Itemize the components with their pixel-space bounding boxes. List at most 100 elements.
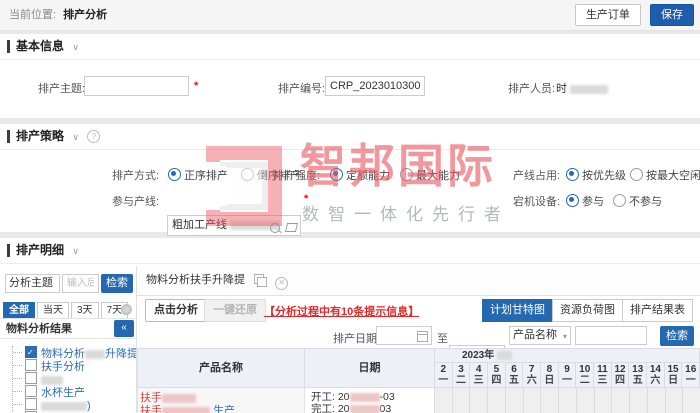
view-button[interactable]: 资源负荷图: [552, 299, 623, 322]
detail-title: 排产明细: [16, 243, 64, 257]
day-column-header: 9一: [558, 363, 576, 388]
theme-label: 排产主题:: [38, 80, 85, 96]
gantt-cell[interactable]: [558, 388, 576, 413]
breadcrumb: 当前位置: 排产分析: [9, 0, 107, 30]
tree-search-input[interactable]: [62, 274, 99, 293]
gantt-cell[interactable]: [469, 388, 487, 413]
strategy-section: 排产策略 ∨ ? 排产方式: 正序排产 倒序排产 排产强度: 定额能力 最大能力…: [0, 124, 700, 232]
help-icon[interactable]: ?: [87, 130, 100, 143]
month-header-text: 2023年: [462, 350, 494, 361]
analysis-tab-bar: 物料分析扶手升降提 ✕: [137, 266, 700, 296]
result-header-title: 物料分析结果: [6, 323, 72, 335]
radio-downtime-include[interactable]: 参与: [566, 193, 604, 209]
theme-input[interactable]: [84, 76, 189, 96]
radio-quota-capacity[interactable]: 定额能力: [330, 167, 390, 183]
product-field-select[interactable]: 产品名称 ▾: [509, 326, 571, 345]
product-name-link[interactable]: 生产: [213, 405, 235, 413]
code-label: 排产编号:: [278, 80, 325, 96]
radio-icon[interactable]: [566, 194, 579, 207]
radio-downtime-exclude[interactable]: 不参与: [613, 193, 662, 209]
range-tab[interactable]: 3天: [71, 302, 99, 319]
gantt-cell[interactable]: [505, 388, 523, 413]
day-column-header: 14六: [646, 363, 664, 388]
radio-icon[interactable]: [400, 168, 413, 181]
restore-button[interactable]: 一键还原: [204, 299, 266, 322]
gantt-cell[interactable]: [647, 388, 665, 413]
product-column-header: 产品名称: [137, 348, 305, 388]
line-label: 参与产线:: [112, 193, 159, 209]
clear-icon[interactable]: [285, 223, 298, 232]
range-tab[interactable]: 当天: [37, 302, 69, 319]
tree-item[interactable]: 水杯生产: [13, 385, 136, 398]
calendar-header: 2023年 2一3二4三5四6五7六8日9一10二11三12四13五14六15日…: [434, 348, 700, 388]
analyze-button[interactable]: 点击分析: [145, 299, 207, 322]
top-bar: 当前位置: 排产分析 生产订单 保存: [0, 0, 700, 31]
production-line-input[interactable]: 粗加工产线: [167, 215, 301, 236]
analysis-tab[interactable]: 物料分析扶手升降提 ✕: [146, 266, 288, 295]
code-input[interactable]: [325, 76, 425, 96]
tree-item[interactable]: [13, 372, 136, 385]
production-line-value: 粗加工产线: [172, 219, 227, 231]
calendar-icon[interactable]: [417, 331, 428, 342]
gantt-cell[interactable]: [665, 388, 683, 413]
radio-icon[interactable]: [330, 168, 343, 181]
basic-info-header: 基本信息 ∨: [0, 34, 700, 60]
radio-max-capacity[interactable]: 最大能力: [400, 167, 460, 183]
gantt-cell[interactable]: [682, 388, 700, 413]
copy-icon[interactable]: [254, 274, 264, 284]
production-order-button[interactable]: 生产订单: [575, 4, 641, 26]
radio-icon[interactable]: [241, 168, 254, 181]
product-name-line2: 扶手: [140, 405, 162, 413]
radio-forward-scheduling[interactable]: 正序排产: [168, 167, 228, 183]
chevron-down-icon[interactable]: ∨: [72, 42, 79, 52]
gantt-cell[interactable]: [487, 388, 505, 413]
date-cell: 开工: 20-03 完工: 2003 交货: 201: [304, 388, 435, 413]
table-search-button[interactable]: 检索: [660, 326, 694, 346]
tree-search-button[interactable]: 检索: [101, 274, 133, 293]
checkbox[interactable]: [25, 398, 37, 410]
product-cell[interactable]: 扶手 扶手 生产: [137, 388, 305, 413]
redacted-text: [162, 407, 210, 413]
product-search-input[interactable]: [575, 326, 647, 345]
tree-item[interactable]: 物料分析升降提: [13, 346, 136, 359]
radio-icon[interactable]: [630, 168, 643, 181]
radio-icon[interactable]: [168, 168, 181, 181]
day-column-header: 12四: [611, 363, 629, 388]
gantt-cell[interactable]: [576, 388, 594, 413]
person-value: 时: [556, 80, 608, 96]
finish-label: 完工:: [311, 403, 335, 413]
gantt-cell[interactable]: [629, 388, 647, 413]
tree-item[interactable]: 扶手分析: [13, 359, 136, 372]
radio-by-max-idle[interactable]: 按最大空闲: [630, 167, 700, 183]
analysis-notice-link[interactable]: 【分析过程中有10条提示信息】: [264, 303, 419, 319]
settings-icon[interactable]: [121, 304, 132, 315]
day-column-header: 4三: [469, 363, 487, 388]
checkbox[interactable]: [25, 346, 37, 358]
analysis-main-area: 物料分析扶手升降提 ✕ 点击分析 一键还原 【分析过程中有10条提示信息】 计划…: [137, 266, 700, 413]
radio-icon[interactable]: [613, 194, 626, 207]
chevron-down-icon[interactable]: ∨: [72, 246, 79, 256]
radio-by-priority[interactable]: 按优先级: [566, 167, 626, 183]
checkbox[interactable]: [25, 359, 37, 371]
range-tab[interactable]: 全部: [3, 302, 35, 319]
save-button[interactable]: 保存: [650, 4, 694, 26]
date-from-input[interactable]: [376, 326, 432, 345]
chevron-down-icon[interactable]: ∨: [72, 132, 79, 142]
checkbox[interactable]: [25, 385, 37, 397]
close-icon[interactable]: ✕: [275, 277, 288, 290]
gantt-cell[interactable]: [523, 388, 541, 413]
topic-select[interactable]: 分析主题 ▾: [5, 274, 60, 293]
gantt-cell[interactable]: [452, 388, 470, 413]
view-button[interactable]: 计划甘特图: [482, 299, 553, 322]
gantt-cell[interactable]: [540, 388, 558, 413]
checkbox[interactable]: [25, 372, 37, 384]
view-button[interactable]: 排产结果表: [622, 299, 693, 322]
collapse-panel-button[interactable]: «: [114, 320, 134, 337]
tree-item[interactable]: ): [13, 398, 136, 411]
gantt-cell[interactable]: [611, 388, 629, 413]
required-asterisk: *: [194, 80, 198, 92]
search-icon[interactable]: [270, 223, 280, 233]
radio-icon[interactable]: [566, 168, 579, 181]
gantt-cell[interactable]: [435, 388, 452, 413]
gantt-cell[interactable]: [594, 388, 612, 413]
